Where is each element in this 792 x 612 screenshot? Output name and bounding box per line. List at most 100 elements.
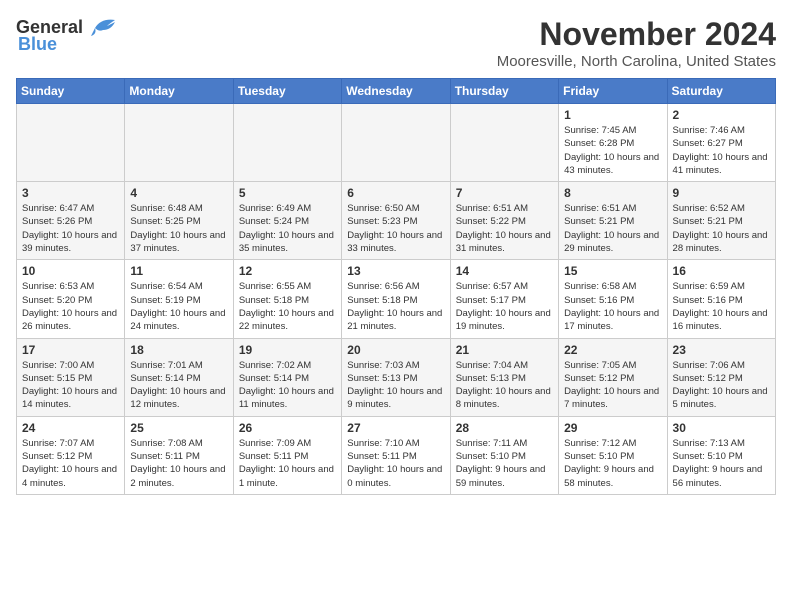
day-number: 22 xyxy=(564,343,661,357)
day-number: 15 xyxy=(564,264,661,278)
day-info: Sunrise: 6:49 AM Sunset: 5:24 PM Dayligh… xyxy=(239,202,336,255)
weekday-header: Saturday xyxy=(667,79,775,104)
day-number: 3 xyxy=(22,186,119,200)
day-number: 6 xyxy=(347,186,444,200)
day-number: 24 xyxy=(22,421,119,435)
calendar-cell: 18 Sunrise: 7:01 AM Sunset: 5:14 PM Dayli… xyxy=(125,338,233,416)
day-number: 2 xyxy=(673,108,770,122)
calendar-cell: 28 Sunrise: 7:11 AM Sunset: 5:10 PM Dayli… xyxy=(450,416,558,494)
calendar-cell: 24 Sunrise: 7:07 AM Sunset: 5:12 PM Dayli… xyxy=(17,416,125,494)
day-info: Sunrise: 7:05 AM Sunset: 5:12 PM Dayligh… xyxy=(564,359,661,412)
day-number: 25 xyxy=(130,421,227,435)
logo-bird-icon xyxy=(87,16,117,38)
day-number: 8 xyxy=(564,186,661,200)
day-number: 20 xyxy=(347,343,444,357)
calendar-cell: 12 Sunrise: 6:55 AM Sunset: 5:18 PM Dayli… xyxy=(233,260,341,338)
day-info: Sunrise: 6:53 AM Sunset: 5:20 PM Dayligh… xyxy=(22,280,119,333)
day-info: Sunrise: 7:13 AM Sunset: 5:10 PM Dayligh… xyxy=(673,437,770,490)
calendar-cell: 6 Sunrise: 6:50 AM Sunset: 5:23 PM Daylig… xyxy=(342,182,450,260)
calendar-cell: 5 Sunrise: 6:49 AM Sunset: 5:24 PM Daylig… xyxy=(233,182,341,260)
day-info: Sunrise: 7:11 AM Sunset: 5:10 PM Dayligh… xyxy=(456,437,553,490)
calendar-cell: 4 Sunrise: 6:48 AM Sunset: 5:25 PM Daylig… xyxy=(125,182,233,260)
weekday-header: Monday xyxy=(125,79,233,104)
calendar-table: SundayMondayTuesdayWednesdayThursdayFrid… xyxy=(16,78,776,495)
day-info: Sunrise: 7:01 AM Sunset: 5:14 PM Dayligh… xyxy=(130,359,227,412)
calendar-cell: 8 Sunrise: 6:51 AM Sunset: 5:21 PM Daylig… xyxy=(559,182,667,260)
calendar-cell: 22 Sunrise: 7:05 AM Sunset: 5:12 PM Dayli… xyxy=(559,338,667,416)
day-number: 4 xyxy=(130,186,227,200)
calendar-cell: 11 Sunrise: 6:54 AM Sunset: 5:19 PM Dayli… xyxy=(125,260,233,338)
day-info: Sunrise: 6:54 AM Sunset: 5:19 PM Dayligh… xyxy=(130,280,227,333)
day-info: Sunrise: 6:51 AM Sunset: 5:22 PM Dayligh… xyxy=(456,202,553,255)
day-info: Sunrise: 6:47 AM Sunset: 5:26 PM Dayligh… xyxy=(22,202,119,255)
page-header: General Blue November 2024 Mooresville, … xyxy=(16,16,776,70)
day-info: Sunrise: 7:02 AM Sunset: 5:14 PM Dayligh… xyxy=(239,359,336,412)
day-number: 18 xyxy=(130,343,227,357)
day-number: 13 xyxy=(347,264,444,278)
calendar-cell xyxy=(342,104,450,182)
day-info: Sunrise: 7:00 AM Sunset: 5:15 PM Dayligh… xyxy=(22,359,119,412)
day-info: Sunrise: 7:10 AM Sunset: 5:11 PM Dayligh… xyxy=(347,437,444,490)
day-number: 11 xyxy=(130,264,227,278)
calendar-cell: 10Sunrise: 6:53 AM Sunset: 5:20 PM Dayli… xyxy=(17,260,125,338)
day-number: 28 xyxy=(456,421,553,435)
calendar-cell: 21Sunrise: 7:04 AM Sunset: 5:13 PM Dayli… xyxy=(450,338,558,416)
day-info: Sunrise: 7:45 AM Sunset: 6:28 PM Dayligh… xyxy=(564,124,661,177)
day-number: 19 xyxy=(239,343,336,357)
calendar-cell: 20 Sunrise: 7:03 AM Sunset: 5:13 PM Dayli… xyxy=(342,338,450,416)
calendar-cell: 29Sunrise: 7:12 AM Sunset: 5:10 PM Dayli… xyxy=(559,416,667,494)
calendar-cell xyxy=(233,104,341,182)
calendar-cell: 9 Sunrise: 6:52 AM Sunset: 5:21 PM Daylig… xyxy=(667,182,775,260)
day-info: Sunrise: 6:50 AM Sunset: 5:23 PM Dayligh… xyxy=(347,202,444,255)
calendar-cell: 16Sunrise: 6:59 AM Sunset: 5:16 PM Dayli… xyxy=(667,260,775,338)
calendar-cell: 17Sunrise: 7:00 AM Sunset: 5:15 PM Dayli… xyxy=(17,338,125,416)
day-info: Sunrise: 7:46 AM Sunset: 6:27 PM Dayligh… xyxy=(673,124,770,177)
weekday-header: Friday xyxy=(559,79,667,104)
calendar-cell: 7 Sunrise: 6:51 AM Sunset: 5:22 PM Daylig… xyxy=(450,182,558,260)
calendar-cell: 2 Sunrise: 7:46 AM Sunset: 6:27 PM Daylig… xyxy=(667,104,775,182)
day-number: 1 xyxy=(564,108,661,122)
day-info: Sunrise: 7:09 AM Sunset: 5:11 PM Dayligh… xyxy=(239,437,336,490)
calendar-cell xyxy=(17,104,125,182)
weekday-header: Tuesday xyxy=(233,79,341,104)
day-number: 23 xyxy=(673,343,770,357)
day-info: Sunrise: 6:56 AM Sunset: 5:18 PM Dayligh… xyxy=(347,280,444,333)
month-title: November 2024 xyxy=(497,16,776,53)
calendar-cell: 3 Sunrise: 6:47 AM Sunset: 5:26 PM Daylig… xyxy=(17,182,125,260)
calendar-cell xyxy=(450,104,558,182)
calendar-cell: 15Sunrise: 6:58 AM Sunset: 5:16 PM Dayli… xyxy=(559,260,667,338)
day-number: 21 xyxy=(456,343,553,357)
day-info: Sunrise: 7:06 AM Sunset: 5:12 PM Dayligh… xyxy=(673,359,770,412)
logo-blue-text: Blue xyxy=(18,34,57,55)
day-number: 29 xyxy=(564,421,661,435)
day-number: 5 xyxy=(239,186,336,200)
location: Mooresville, North Carolina, United Stat… xyxy=(497,53,776,70)
day-number: 14 xyxy=(456,264,553,278)
calendar-cell xyxy=(125,104,233,182)
day-info: Sunrise: 6:55 AM Sunset: 5:18 PM Dayligh… xyxy=(239,280,336,333)
calendar-cell: 1 Sunrise: 7:45 AM Sunset: 6:28 PM Daylig… xyxy=(559,104,667,182)
day-number: 7 xyxy=(456,186,553,200)
day-number: 9 xyxy=(673,186,770,200)
day-info: Sunrise: 7:07 AM Sunset: 5:12 PM Dayligh… xyxy=(22,437,119,490)
day-info: Sunrise: 6:48 AM Sunset: 5:25 PM Dayligh… xyxy=(130,202,227,255)
day-info: Sunrise: 7:08 AM Sunset: 5:11 PM Dayligh… xyxy=(130,437,227,490)
day-info: Sunrise: 6:52 AM Sunset: 5:21 PM Dayligh… xyxy=(673,202,770,255)
day-number: 26 xyxy=(239,421,336,435)
weekday-header: Sunday xyxy=(17,79,125,104)
day-info: Sunrise: 6:51 AM Sunset: 5:21 PM Dayligh… xyxy=(564,202,661,255)
calendar-cell: 14 Sunrise: 6:57 AM Sunset: 5:17 PM Dayli… xyxy=(450,260,558,338)
calendar-cell: 19 Sunrise: 7:02 AM Sunset: 5:14 PM Dayli… xyxy=(233,338,341,416)
day-number: 12 xyxy=(239,264,336,278)
day-number: 27 xyxy=(347,421,444,435)
day-info: Sunrise: 6:57 AM Sunset: 5:17 PM Dayligh… xyxy=(456,280,553,333)
day-info: Sunrise: 6:59 AM Sunset: 5:16 PM Dayligh… xyxy=(673,280,770,333)
calendar-cell: 25 Sunrise: 7:08 AM Sunset: 5:11 PM Dayli… xyxy=(125,416,233,494)
calendar-week-row: 17Sunrise: 7:00 AM Sunset: 5:15 PM Dayli… xyxy=(17,338,776,416)
calendar-cell: 13 Sunrise: 6:56 AM Sunset: 5:18 PM Dayli… xyxy=(342,260,450,338)
calendar-cell: 30Sunrise: 7:13 AM Sunset: 5:10 PM Dayli… xyxy=(667,416,775,494)
calendar-week-row: 3 Sunrise: 6:47 AM Sunset: 5:26 PM Daylig… xyxy=(17,182,776,260)
weekday-header: Wednesday xyxy=(342,79,450,104)
day-info: Sunrise: 7:03 AM Sunset: 5:13 PM Dayligh… xyxy=(347,359,444,412)
calendar-week-row: 1 Sunrise: 7:45 AM Sunset: 6:28 PM Daylig… xyxy=(17,104,776,182)
